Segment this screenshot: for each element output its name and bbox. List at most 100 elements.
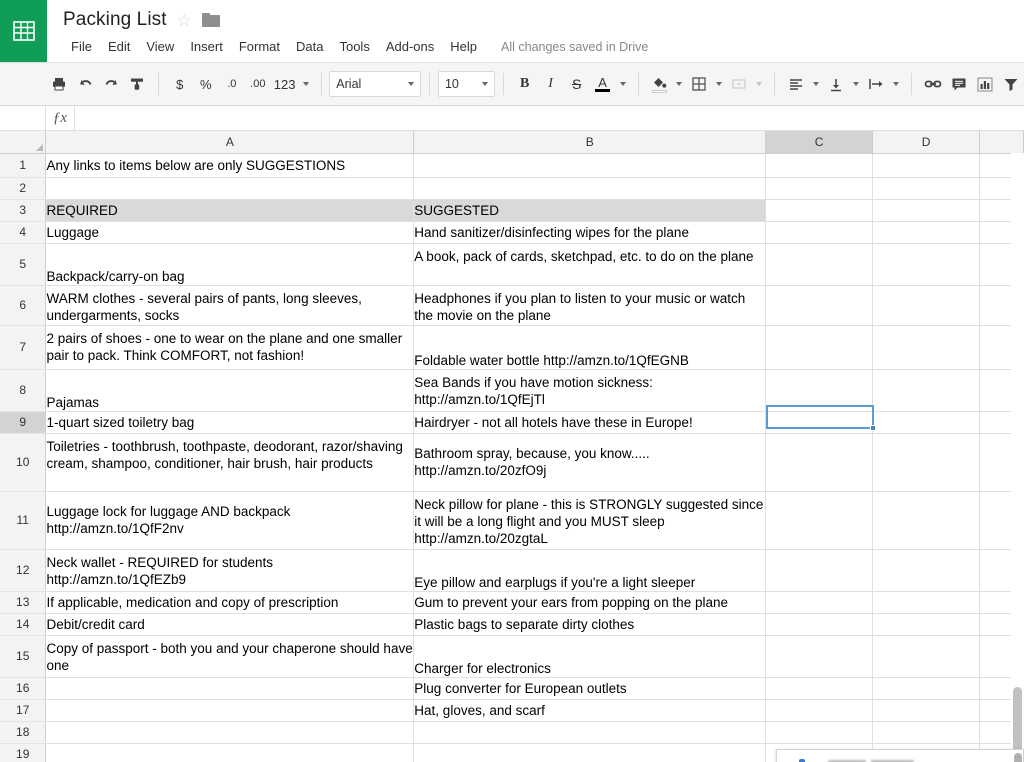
cell-c6[interactable] [765, 285, 874, 326]
cell-d5[interactable] [872, 243, 980, 286]
cell-c12[interactable] [765, 549, 874, 592]
cell-b8[interactable]: Sea Bands if you have motion sickness: h… [413, 369, 767, 412]
row-header-17[interactable]: 17 [0, 699, 47, 722]
cell-b6[interactable]: Headphones if you plan to listen to your… [413, 285, 767, 326]
cell-c2[interactable] [765, 177, 874, 200]
select-all-corner[interactable] [0, 131, 47, 154]
cell-d14[interactable] [872, 613, 980, 636]
chevron-down-icon[interactable] [893, 82, 900, 86]
cell-a11[interactable]: Luggage lock for luggage AND backpack ht… [45, 491, 415, 550]
cell-a13[interactable]: If applicable, medication and copy of pr… [45, 591, 415, 614]
cell-c4[interactable] [765, 221, 874, 244]
cell-a7[interactable]: 2 pairs of shoes - one to wear on the pl… [45, 325, 415, 370]
cell-d12[interactable] [872, 549, 980, 592]
cell-d8[interactable] [872, 369, 980, 412]
cell-c5[interactable] [765, 243, 874, 286]
cell-d16[interactable] [872, 677, 980, 700]
row-header-9[interactable]: 9 [0, 411, 47, 434]
font-size-select[interactable]: 10 [437, 71, 495, 97]
cell-a1[interactable]: Any links to items below are only SUGGES… [45, 153, 415, 178]
chevron-down-icon[interactable] [676, 82, 683, 86]
redo-icon[interactable] [98, 71, 124, 97]
row-header-4[interactable]: 4 [0, 221, 47, 244]
text-wrap-icon[interactable] [863, 71, 889, 97]
cell-b12[interactable]: Eye pillow and earplugs if you're a ligh… [413, 549, 767, 592]
row-header-13[interactable]: 13 [0, 591, 47, 614]
italic-button[interactable]: I [538, 71, 564, 97]
cell-b1[interactable] [413, 153, 767, 178]
cell-a12[interactable]: Neck wallet - REQUIRED for students http… [45, 549, 415, 592]
row-header-1[interactable]: 1 [0, 153, 47, 178]
print-icon[interactable] [46, 71, 72, 97]
cell-d2[interactable] [872, 177, 980, 200]
row-header-16[interactable]: 16 [0, 677, 47, 700]
cell-a15[interactable]: Copy of passport - both you and your cha… [45, 635, 415, 678]
vertical-align-icon[interactable] [823, 71, 849, 97]
undo-icon[interactable] [72, 71, 98, 97]
cell-a18[interactable] [45, 721, 415, 744]
merge-cells-icon[interactable] [726, 71, 752, 97]
row-header-6[interactable]: 6 [0, 285, 47, 326]
row-header-18[interactable]: 18 [0, 721, 47, 744]
more-formats-button[interactable]: 123 [271, 71, 299, 97]
menu-item-insert[interactable]: Insert [182, 36, 231, 58]
fill-handle[interactable] [870, 425, 876, 431]
cell-b9[interactable]: Hairdryer - not all hotels have these in… [413, 411, 767, 434]
cell-b5[interactable]: A book, pack of cards, sketchpad, etc. t… [413, 243, 767, 286]
cell-d1[interactable] [872, 153, 980, 178]
cell-c14[interactable] [765, 613, 874, 636]
menu-item-help[interactable]: Help [442, 36, 485, 58]
comment-icon[interactable] [946, 71, 972, 97]
cell-d11[interactable] [872, 491, 980, 550]
cell-c1[interactable] [765, 153, 874, 178]
row-header-11[interactable]: 11 [0, 491, 47, 550]
cell-d3[interactable] [872, 199, 980, 222]
cell-b19[interactable] [413, 743, 767, 762]
cell-b7[interactable]: Foldable water bottle http://amzn.to/1Qf… [413, 325, 767, 370]
cell-a19[interactable] [45, 743, 415, 762]
text-color-button[interactable]: A [590, 71, 616, 97]
cell-c9[interactable] [765, 411, 874, 434]
link-icon[interactable] [920, 71, 946, 97]
strikethrough-button[interactable]: S [564, 71, 590, 97]
cell-b15[interactable]: Charger for electronics [413, 635, 767, 678]
cell-c15[interactable] [765, 635, 874, 678]
formula-input[interactable] [74, 105, 1024, 131]
cell-d6[interactable] [872, 285, 980, 326]
cell-b14[interactable]: Plastic bags to separate dirty clothes [413, 613, 767, 636]
cell-a6[interactable]: WARM clothes - several pairs of pants, l… [45, 285, 415, 326]
cell-b3[interactable]: SUGGESTED [413, 199, 767, 222]
cell-c16[interactable] [765, 677, 874, 700]
row-header-8[interactable]: 8 [0, 369, 47, 412]
cell-a17[interactable] [45, 699, 415, 722]
borders-icon[interactable] [686, 71, 712, 97]
paint-format-icon[interactable] [124, 71, 150, 97]
chevron-down-icon[interactable] [813, 82, 820, 86]
row-header-14[interactable]: 14 [0, 613, 47, 636]
row-header-15[interactable]: 15 [0, 635, 47, 678]
name-box[interactable] [0, 105, 46, 131]
row-header-12[interactable]: 12 [0, 549, 47, 592]
cell-d10[interactable] [872, 433, 980, 492]
font-family-select[interactable]: Arial [329, 71, 422, 97]
page-title[interactable]: Packing List [63, 8, 167, 32]
row-header-19[interactable]: 19 [0, 743, 47, 762]
chevron-down-icon[interactable] [619, 82, 626, 86]
menu-item-addons[interactable]: Add-ons [378, 36, 442, 58]
cell-a16[interactable] [45, 677, 415, 700]
cell-c13[interactable] [765, 591, 874, 614]
cell-c11[interactable] [765, 491, 874, 550]
menu-item-edit[interactable]: Edit [100, 36, 138, 58]
chevron-down-icon[interactable] [853, 82, 860, 86]
menu-item-format[interactable]: Format [231, 36, 288, 58]
percent-format-button[interactable]: % [193, 71, 219, 97]
cell-d13[interactable] [872, 591, 980, 614]
menu-item-view[interactable]: View [138, 36, 182, 58]
cell-a5[interactable]: Backpack/carry-on bag [45, 243, 415, 286]
currency-format-button[interactable]: $ [167, 71, 193, 97]
row-header-3[interactable]: 3 [0, 199, 47, 222]
chevron-down-icon[interactable] [756, 82, 763, 86]
menu-item-tools[interactable]: Tools [331, 36, 377, 58]
filter-icon[interactable] [998, 71, 1024, 97]
cell-b18[interactable] [413, 721, 767, 744]
